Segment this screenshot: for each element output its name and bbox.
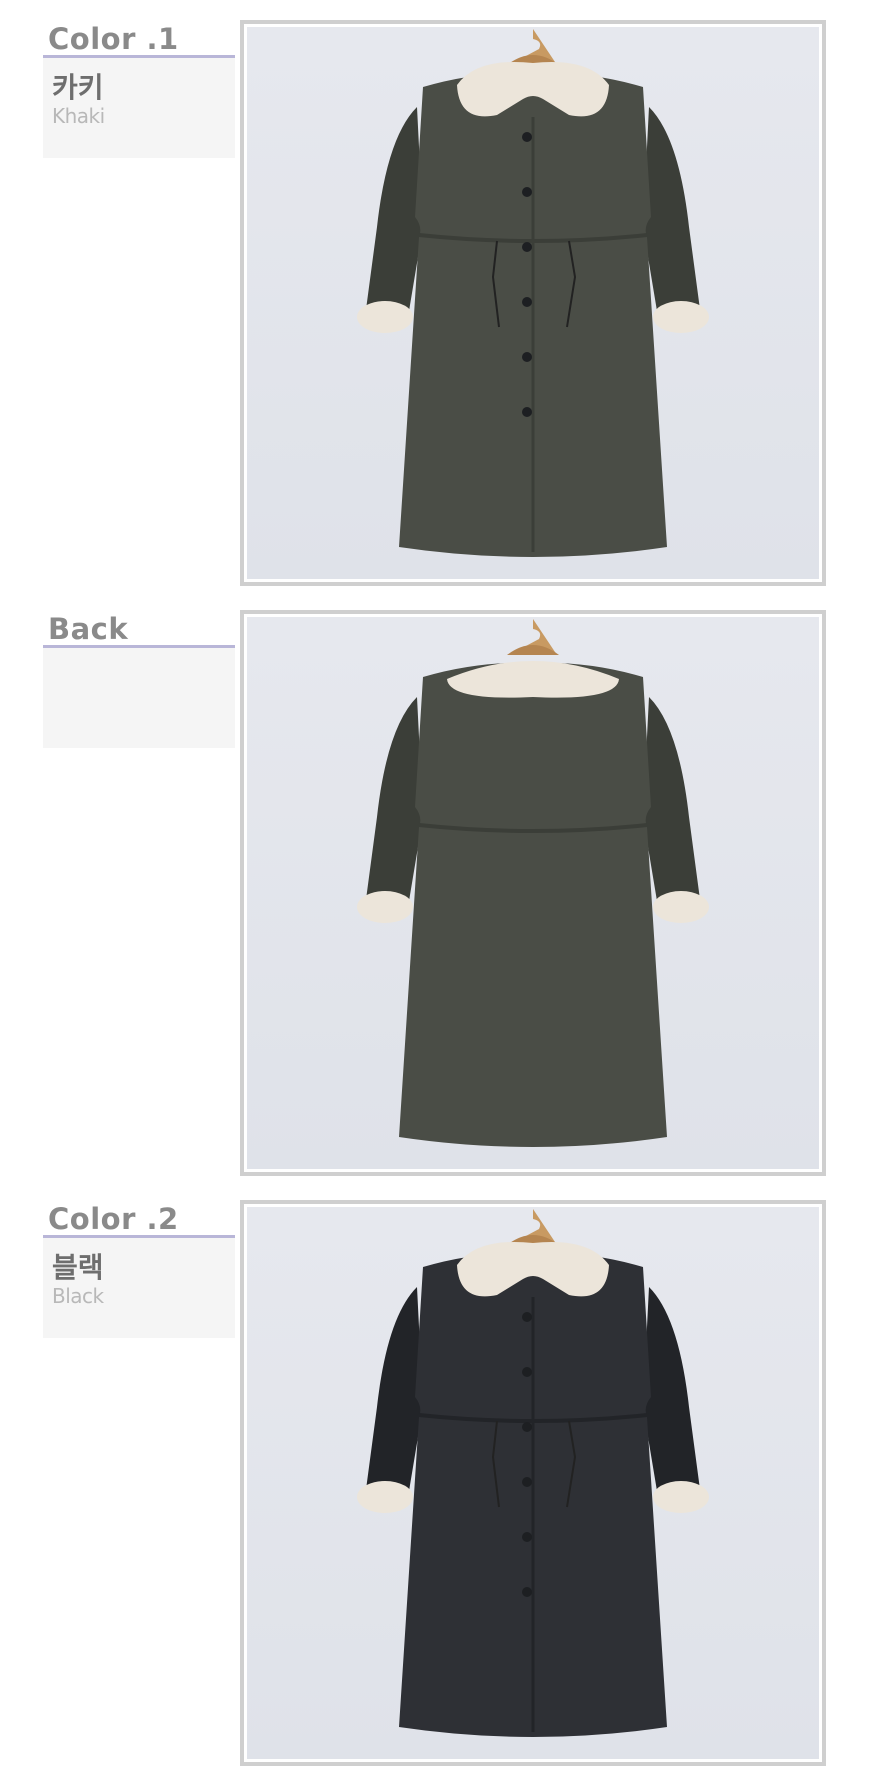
left-sleeve (365, 107, 423, 323)
right-cuff (653, 301, 709, 333)
color-2-name-box: 블랙 Black (43, 1238, 235, 1338)
color-1-name-ko: 카키 (52, 71, 104, 104)
coat-illustration (357, 29, 709, 558)
coat-button-4 (522, 297, 532, 307)
color-2-name-en: Black (52, 1284, 104, 1308)
coat-illustration (357, 619, 709, 1147)
right-sleeve (643, 107, 701, 323)
coat-button-3 (522, 242, 532, 252)
left-sleeve (365, 697, 423, 913)
left-cuff (357, 1481, 413, 1513)
coat-button-4 (522, 1477, 532, 1487)
color-1-coat-photo (247, 27, 819, 579)
right-sleeve (643, 1287, 701, 1503)
left-sleeve (365, 1287, 423, 1503)
color-2-photo-frame (240, 1200, 826, 1766)
color-2-title: Color .2 (48, 1202, 179, 1236)
coat-button-1 (522, 1312, 532, 1322)
color-2-name-ko: 블랙 (52, 1251, 104, 1284)
right-cuff (653, 1481, 709, 1513)
back-title: Back (48, 612, 129, 646)
left-cuff (357, 891, 413, 923)
coat-button-2 (522, 1367, 532, 1377)
coat-illustration (357, 1209, 709, 1737)
color-1-label: Color .1 카키 Khaki (43, 20, 235, 158)
back-coat-photo (247, 617, 819, 1169)
back-name-box (43, 648, 235, 748)
color-2-coat-photo (247, 1207, 819, 1759)
color-1-name-en: Khaki (52, 104, 105, 128)
back-photo-frame (240, 610, 826, 1176)
left-cuff (357, 301, 413, 333)
coat-button-1 (522, 132, 532, 142)
coat-body (399, 662, 667, 1147)
coat-button-5 (522, 1532, 532, 1542)
color-1-photo-frame (240, 20, 826, 586)
coat-button-2 (522, 187, 532, 197)
coat-button-6 (522, 407, 532, 417)
coat-button-6 (522, 1587, 532, 1597)
color-1-name-box: 카키 Khaki (43, 58, 235, 158)
color-2-label: Color .2 블랙 Black (43, 1200, 235, 1338)
coat-button-5 (522, 352, 532, 362)
back-label: Back (43, 610, 235, 748)
color-1-title: Color .1 (48, 22, 179, 56)
right-cuff (653, 891, 709, 923)
coat-button-3 (522, 1422, 532, 1432)
right-sleeve (643, 697, 701, 913)
